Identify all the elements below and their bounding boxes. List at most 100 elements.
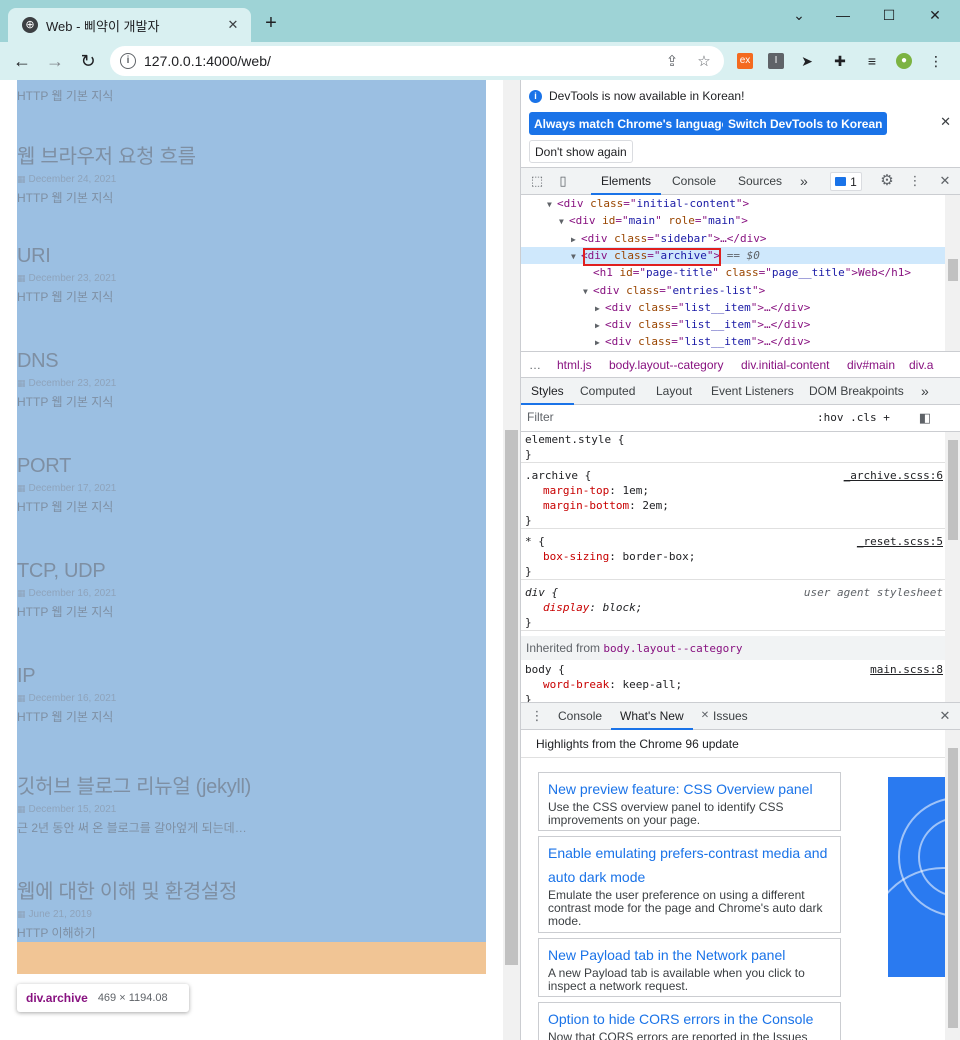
prop-name[interactable]: margin-top bbox=[543, 484, 609, 497]
news-title[interactable]: New Payload tab in the Network panel bbox=[548, 943, 831, 967]
entry-title[interactable]: 웹에 대한 이해 및 환경설정 bbox=[17, 875, 486, 904]
scrollbar-thumb[interactable] bbox=[505, 430, 518, 965]
rule-source-link[interactable]: main.scss:8 bbox=[870, 662, 943, 677]
bookmark-star-icon[interactable]: ☆ bbox=[692, 52, 716, 70]
expand-arrow-icon[interactable]: ▼ bbox=[547, 196, 557, 213]
prop-value[interactable]: 1em bbox=[622, 484, 642, 497]
expand-arrow-icon[interactable]: ▶ bbox=[595, 300, 605, 317]
style-rule[interactable]: element.style { } bbox=[521, 432, 945, 463]
entry-title[interactable]: URI bbox=[17, 245, 486, 268]
prop-value[interactable]: border-box bbox=[622, 550, 688, 563]
menu-icon[interactable]: ⋮ bbox=[928, 53, 944, 69]
style-rule[interactable]: * {_reset.scss:5 box-sizing: border-box;… bbox=[521, 534, 945, 580]
entry-title[interactable]: IP bbox=[17, 665, 486, 688]
forward-icon[interactable]: → bbox=[43, 49, 67, 73]
list-item[interactable]: DNS December 23, 2021 HTTP 웹 기본 지식 bbox=[17, 350, 486, 410]
list-item[interactable]: URI December 23, 2021 HTTP 웹 기본 지식 bbox=[17, 245, 486, 305]
expand-arrow-icon[interactable]: ▼ bbox=[571, 248, 581, 265]
dom-node[interactable]: ▶ <div class="list__item">…</div> bbox=[521, 316, 945, 333]
expand-arrow-icon[interactable]: ▶ bbox=[571, 231, 581, 248]
url-text[interactable]: 127.0.0.1:4000/web/ bbox=[144, 53, 660, 69]
tab-elements[interactable]: Elements bbox=[591, 168, 662, 195]
address-bar[interactable]: i 127.0.0.1:4000/web/ ⇪ ☆ bbox=[110, 46, 724, 76]
list-item[interactable]: 웹에 대한 이해 및 환경설정 June 21, 2019 HTTP 이해하기 bbox=[17, 875, 486, 941]
tab-close-icon[interactable]: ✕ bbox=[697, 708, 713, 724]
list-item[interactable]: 웹 브라우저 요청 흐름 December 24, 2021 HTTP 웹 기본… bbox=[17, 140, 486, 206]
dom-node[interactable]: <h1 id="page-title" class="page__title">… bbox=[521, 264, 945, 281]
dont-show-again-button[interactable]: Don't show again bbox=[529, 140, 633, 163]
expand-arrow-icon[interactable]: ▼ bbox=[583, 283, 593, 300]
new-tab-button[interactable]: + bbox=[259, 12, 283, 36]
profile-avatar[interactable]: ● bbox=[896, 53, 912, 69]
dom-tree[interactable]: ▼ <div class="initial-content"> ▼ <div id="… bbox=[521, 195, 960, 351]
toggle-sidebar-icon[interactable]: ◧ bbox=[917, 410, 933, 426]
page-scrollbar[interactable] bbox=[503, 80, 520, 1040]
drawer-tab-issues[interactable]: Issues bbox=[713, 703, 748, 730]
minimize-button[interactable]: — bbox=[820, 0, 866, 30]
prop-name[interactable]: margin-bottom bbox=[543, 499, 629, 512]
switch-korean-button[interactable]: Switch DevTools to Korean bbox=[723, 112, 888, 135]
prop-name[interactable]: display bbox=[543, 601, 589, 614]
match-language-button[interactable]: Always match Chrome's language bbox=[529, 112, 734, 135]
inherited-from-link[interactable]: body.layout--category bbox=[603, 642, 742, 655]
expand-arrow-icon[interactable]: ▶ bbox=[595, 334, 605, 351]
breadcrumb-item[interactable]: … bbox=[529, 358, 541, 372]
list-item[interactable]: IP December 16, 2021 HTTP 웹 기본 지식 bbox=[17, 665, 486, 725]
entry-title[interactable]: PORT bbox=[17, 455, 486, 478]
entry-title[interactable]: DNS bbox=[17, 350, 486, 373]
breadcrumb-item[interactable]: div.a bbox=[909, 358, 933, 372]
extension-pointer-icon[interactable]: ➤ bbox=[799, 53, 815, 69]
scrollbar-thumb[interactable] bbox=[948, 440, 958, 540]
style-rule[interactable]: body {main.scss:8 word-break: keep-all; … bbox=[521, 662, 945, 702]
tab-close-icon[interactable]: ✕ bbox=[225, 17, 241, 33]
tab-computed[interactable]: Computed bbox=[580, 378, 635, 405]
tab-sources[interactable]: Sources bbox=[738, 168, 782, 195]
expand-arrow-icon[interactable]: ▼ bbox=[559, 213, 569, 230]
prop-value[interactable]: block bbox=[603, 601, 636, 614]
settings-gear-icon[interactable]: ⚙ bbox=[879, 173, 895, 189]
rule-source-link[interactable]: _reset.scss:5 bbox=[857, 534, 943, 549]
site-info-icon[interactable]: i bbox=[120, 53, 136, 69]
dom-node[interactable]: ▶ <div class="sidebar">…</div> bbox=[521, 230, 945, 247]
drawer-close-icon[interactable]: ✕ bbox=[937, 708, 953, 724]
breadcrumb-item[interactable]: div.initial-content bbox=[741, 358, 830, 372]
prop-name[interactable]: box-sizing bbox=[543, 550, 609, 563]
news-card[interactable]: Option to hide CORS errors in the Consol… bbox=[538, 1002, 841, 1040]
tab-layout[interactable]: Layout bbox=[656, 378, 692, 405]
reading-list-icon[interactable]: ≡ bbox=[864, 53, 880, 69]
news-title[interactable]: Option to hide CORS errors in the Consol… bbox=[548, 1007, 831, 1031]
style-rule[interactable]: .archive {_archive.scss:6 margin-top: 1e… bbox=[521, 468, 945, 529]
breadcrumb-item[interactable]: body.layout--category bbox=[609, 358, 724, 372]
news-title[interactable]: Enable emulating prefers-contrast media … bbox=[548, 841, 831, 889]
scrollbar-thumb[interactable] bbox=[948, 259, 958, 281]
entry-title[interactable]: 웹 브라우저 요청 흐름 bbox=[17, 140, 486, 169]
styles-scrollbar[interactable] bbox=[945, 432, 960, 702]
tab-dom-breakpoints[interactable]: DOM Breakpoints bbox=[809, 378, 904, 405]
scrollbar-thumb[interactable] bbox=[948, 748, 958, 1028]
tab-console[interactable]: Console bbox=[672, 168, 716, 195]
issues-badge[interactable]: 1 bbox=[830, 172, 862, 191]
dom-node[interactable]: ▶ <div class="list__item">…</div> bbox=[521, 299, 945, 316]
drawer-tab-whats-new[interactable]: What's New bbox=[611, 703, 693, 730]
device-toolbar-icon[interactable]: ▯ bbox=[555, 173, 571, 189]
prop-name[interactable]: word-break bbox=[543, 678, 609, 691]
close-window-button[interactable]: ✕ bbox=[912, 0, 958, 30]
devtools-menu-icon[interactable]: ⋮ bbox=[907, 173, 923, 189]
dom-scrollbar[interactable] bbox=[945, 195, 960, 351]
dom-node[interactable]: ▼ <div class="entries-list"> bbox=[521, 282, 945, 299]
drawer-menu-icon[interactable]: ⋮ bbox=[529, 708, 545, 724]
list-item[interactable]: 깃허브 블로그 리뉴얼 (jekyll) December 15, 2021 근… bbox=[17, 770, 486, 836]
news-card[interactable]: New Payload tab in the Network panel A n… bbox=[538, 938, 841, 997]
drawer-scrollbar[interactable] bbox=[945, 730, 960, 1040]
list-item[interactable]: PORT December 17, 2021 HTTP 웹 기본 지식 bbox=[17, 455, 486, 515]
share-icon[interactable]: ⇪ bbox=[660, 52, 684, 70]
prop-value[interactable]: 2em bbox=[642, 499, 662, 512]
styles-filter-tools[interactable]: :hov .cls + bbox=[817, 411, 890, 424]
inspect-element-icon[interactable]: ⬚ bbox=[529, 173, 545, 189]
extension-i-icon[interactable]: I bbox=[768, 53, 784, 69]
browser-tab[interactable]: ⊕ Web - 삐약이 개발자 ✕ bbox=[8, 8, 251, 42]
dom-node[interactable]: ▶ <div class="list__item">…</div> bbox=[521, 333, 945, 350]
news-card[interactable]: New preview feature: CSS Overview panel … bbox=[538, 772, 841, 831]
dom-node[interactable]: ▼ <div id="main" role="main"> bbox=[521, 212, 945, 229]
expand-arrow-icon[interactable]: ▶ bbox=[595, 317, 605, 334]
